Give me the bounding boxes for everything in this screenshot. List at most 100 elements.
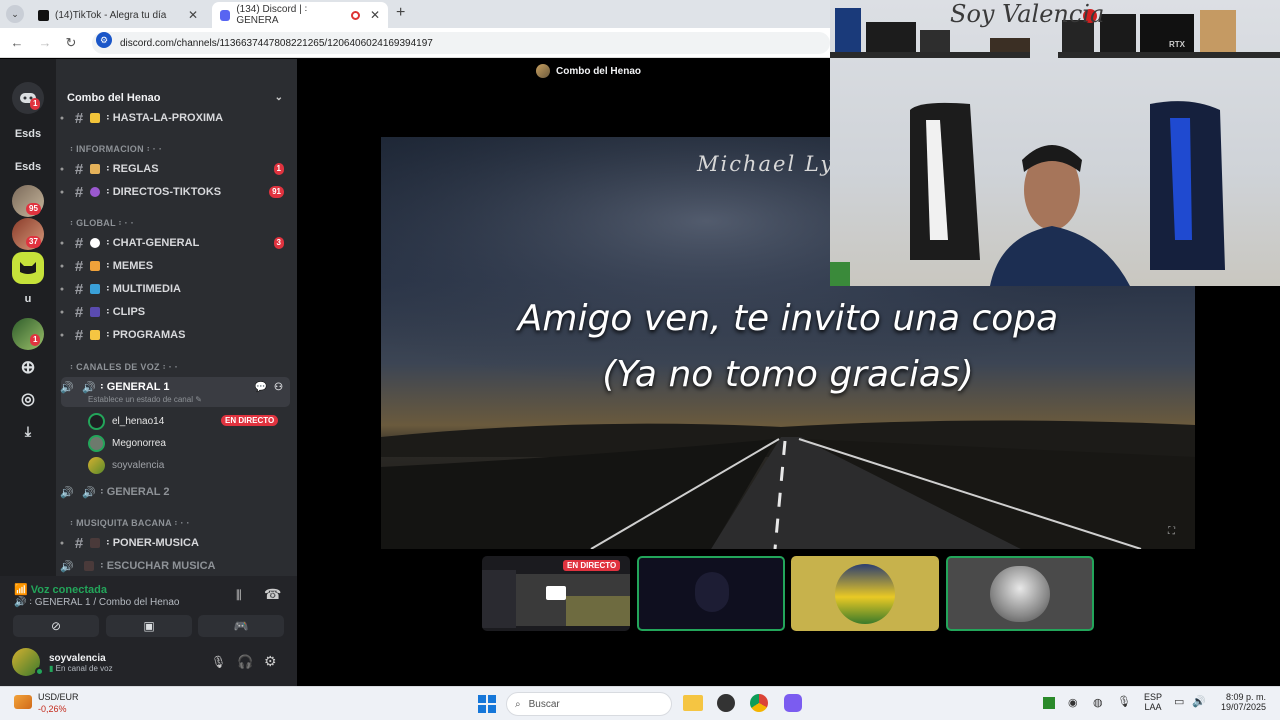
voice-connected-status[interactable]: 📶 Voz conectada xyxy=(14,583,107,596)
screen-share-button[interactable]: ▣ xyxy=(106,615,192,637)
app-icon[interactable] xyxy=(717,694,735,712)
webcam-scene-illustration xyxy=(830,8,1280,286)
stock-name: USD/EUR xyxy=(38,692,79,702)
channel-status-text[interactable]: Establece un estado de canal ✎ xyxy=(88,395,202,404)
category-informacion[interactable]: ꞉ INFORMACION ꞉ · · xyxy=(56,144,297,154)
channel-escuchar-musica[interactable]: 🔊 ꞉ ESCUCHAR MUSICA xyxy=(56,556,297,576)
voice-icon: ▮ xyxy=(49,664,54,673)
music-icon xyxy=(90,538,100,548)
windows-start-icon[interactable] xyxy=(478,695,496,713)
site-info-icon[interactable]: ⚙ xyxy=(96,32,112,48)
channel-reglas[interactable]: ● # ꞉ REGLAS 1 xyxy=(56,159,297,179)
channel-hasta-la-proxima[interactable]: ● # ꞉ HASTA-LA-PROXIMA xyxy=(56,108,297,128)
voice-channel-general-1-row[interactable]: 🔊 🔊 ꞉ GENERAL 1 💬 ⚇ xyxy=(56,377,297,397)
volume-icon[interactable]: 🔊 xyxy=(1192,695,1206,708)
server-cat-icon[interactable] xyxy=(12,252,44,284)
forward-icon[interactable]: → xyxy=(36,34,54,52)
activities-button[interactable]: 🎮 xyxy=(198,615,284,637)
disconnect-icon[interactable]: ☎ xyxy=(264,586,281,603)
channel-status-label: Establece un estado de canal xyxy=(88,395,193,404)
channel-poner-musica[interactable]: ● # ꞉ PONER-MUSICA xyxy=(56,533,297,553)
camera-off-button[interactable]: ⊘ xyxy=(13,615,99,637)
bullet-icon: ● xyxy=(59,188,65,196)
participant-tile-soyvalencia[interactable] xyxy=(791,556,939,631)
channel-clips[interactable]: ● # ꞉ CLIPS xyxy=(56,302,297,322)
direct-messages-icon[interactable]: 1 xyxy=(12,82,44,114)
channel-name: ꞉ MULTIMEDIA xyxy=(106,283,181,295)
speaker-icon: 🔊 xyxy=(60,486,74,499)
channel-directos-tiktoks[interactable]: ● # ꞉ DIRECTOS-TIKTOKS 91 xyxy=(56,182,297,202)
close-tab-icon[interactable]: ✕ xyxy=(188,8,198,22)
online-status-dot xyxy=(35,667,44,676)
tab-discord[interactable]: (134) Discord | ꞉ GENERA ✕ xyxy=(212,2,388,28)
category-canales-de-voz[interactable]: ꞉ CANALES DE VOZ ꞉ · · xyxy=(56,362,297,372)
add-server-icon[interactable]: ⊕ xyxy=(12,351,44,383)
clock-date: 19/07/2025 xyxy=(1220,702,1266,712)
voice-user-name: soyvalencia xyxy=(112,459,165,471)
chat-bubble-icon[interactable]: 💬 xyxy=(255,382,267,393)
app-icon-purple[interactable] xyxy=(784,694,802,712)
channel-memes[interactable]: ● # ꞉ MEMES xyxy=(56,256,297,276)
speaker-icon: 🔊 xyxy=(60,381,74,394)
category-global[interactable]: ꞉ GLOBAL ꞉ · · xyxy=(56,218,297,228)
live-badge: EN DIRECTO xyxy=(221,415,279,426)
stage-title: Combo del Henao xyxy=(555,65,641,77)
network-icon[interactable]: ▭ xyxy=(1174,695,1184,708)
tab-tiktok[interactable]: (14)TikTok - Alegra tu día ✕ xyxy=(30,2,206,28)
channel-chat-general[interactable]: ● # ꞉ CHAT-GENERAL 3 xyxy=(56,233,297,253)
file-explorer-icon[interactable] xyxy=(683,695,703,711)
microphone-icon[interactable]: 🎙 xyxy=(211,655,226,669)
settings-gear-icon[interactable]: ⚙ xyxy=(264,653,277,670)
voice-channel-link[interactable]: 🔊 ꞉ GENERAL 1 / Combo del Henao xyxy=(14,597,180,608)
explore-icon[interactable]: ◎ xyxy=(12,383,44,415)
headphones-icon[interactable]: 🎧 xyxy=(237,654,253,670)
voice-channel-general-2[interactable]: 🔊 🔊 ꞉ GENERAL 2 xyxy=(56,482,297,502)
channel-multimedia[interactable]: ● # ꞉ MULTIMEDIA xyxy=(56,279,297,299)
microphone-icon[interactable]: 🎙 xyxy=(1117,695,1131,708)
tray-app-icon[interactable] xyxy=(1043,697,1055,709)
speaker-icon: 🔊 xyxy=(14,597,27,608)
system-clock[interactable]: 8:09 p. m. 19/07/2025 xyxy=(1216,692,1266,712)
server-esds-1[interactable]: Esds xyxy=(12,118,44,150)
address-input[interactable]: discord.com/channels/1136637447808221265… xyxy=(92,32,830,54)
chrome-icon[interactable] xyxy=(750,694,768,712)
channel-name: ꞉ PROGRAMAS xyxy=(106,329,186,341)
steam-icon[interactable]: ◉ xyxy=(1068,696,1078,709)
participant-tile-el-henao14[interactable] xyxy=(637,556,785,631)
stock-widget-icon[interactable] xyxy=(14,695,32,709)
language-code: ESP xyxy=(1144,692,1163,702)
user-status-label: En canal de voz xyxy=(55,664,113,673)
fullscreen-icon[interactable]: ⛶ xyxy=(1168,526,1175,537)
server-avatar-3[interactable]: 1 xyxy=(12,318,44,350)
invite-icon[interactable]: ⚇ xyxy=(274,382,283,393)
category-musiquita-bacana[interactable]: ꞉ MUSIQUITA BACANA ꞉ · · xyxy=(56,518,297,528)
tab-label: (14)TikTok - Alegra tu día xyxy=(55,9,167,21)
lyric-line-2: (Ya no tomo gracias) xyxy=(602,354,974,395)
browser-toolbar: ← → ↻ discord.com/channels/1136637447808… xyxy=(0,28,830,58)
tiktok-icon xyxy=(38,9,49,21)
server-label: Esds xyxy=(14,128,42,140)
avatar xyxy=(88,412,105,430)
back-icon[interactable]: ← xyxy=(8,34,26,52)
server-u[interactable]: u xyxy=(12,283,44,315)
voice-user-soyvalencia[interactable]: soyvalencia xyxy=(88,456,164,474)
category-label: ꞉ GLOBAL ꞉ · · xyxy=(70,218,135,228)
download-icon[interactable]: ⤓ xyxy=(12,415,44,447)
channel-programas[interactable]: ● # ꞉ PROGRAMAS xyxy=(56,325,297,345)
server-avatar-2[interactable]: 37 xyxy=(12,218,44,250)
new-tab-button[interactable]: + xyxy=(396,4,405,22)
server-esds-2[interactable]: Esds xyxy=(12,151,44,183)
language-indicator[interactable]: ESP LAA xyxy=(1144,692,1162,712)
tab-list-dropdown-button[interactable]: ⌄ xyxy=(6,5,24,23)
noise-suppression-icon[interactable]: ⫼ xyxy=(236,588,242,603)
reload-icon[interactable]: ↻ xyxy=(62,34,80,52)
taskbar-search-input[interactable]: ⌕ Buscar xyxy=(506,692,672,716)
voice-user-megonorrea[interactable]: Megonorrea xyxy=(88,434,166,452)
guild-header[interactable]: Combo del Henao ⌄ xyxy=(56,86,297,110)
hash-icon: # xyxy=(74,160,84,178)
server-avatar-1[interactable]: 95 xyxy=(12,185,44,217)
close-tab-icon[interactable]: ✕ xyxy=(370,8,380,22)
voice-user-el-henao14[interactable]: el_henao14 xyxy=(88,412,164,430)
participant-tile-megonorrea[interactable] xyxy=(946,556,1094,631)
tray-icon[interactable]: ◍ xyxy=(1093,696,1103,709)
